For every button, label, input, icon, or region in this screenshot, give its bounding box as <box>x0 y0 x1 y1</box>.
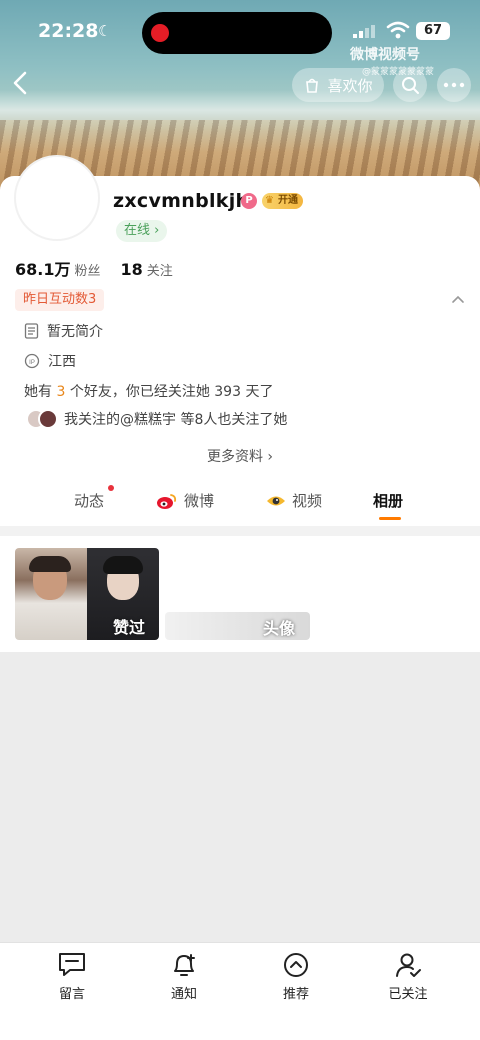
search-icon <box>402 77 419 94</box>
active-tab-indicator <box>379 517 401 520</box>
message-icon <box>59 953 85 976</box>
chevron-up-circle-icon <box>284 953 308 977</box>
status-time: 22:28 <box>38 20 99 42</box>
section-divider <box>0 526 480 536</box>
signal-icon <box>353 24 375 38</box>
album-liked[interactable]: 赞过 <box>15 548 159 640</box>
tab-label: 相册 <box>373 492 404 510</box>
weibo-icon <box>157 493 177 509</box>
album-avatars-label: 头像 <box>263 619 296 638</box>
tab-video[interactable]: 视频 <box>266 490 322 511</box>
chevron-left-icon <box>13 71 27 95</box>
bag-heart-icon <box>306 78 319 93</box>
location-row: IP 江西 <box>24 351 76 371</box>
username: zxcvmnblkjh <box>113 190 250 212</box>
album-liked-label: 赞过 <box>113 618 146 637</box>
back-button[interactable] <box>10 68 34 100</box>
video-eye-icon <box>267 496 285 505</box>
notify-button[interactable]: 通知 <box>149 951 219 1002</box>
pink-badge-icon[interactable]: P <box>241 193 257 209</box>
battery-indicator: 67 <box>416 22 450 40</box>
album-photo <box>15 548 87 640</box>
empty-content-area <box>0 652 480 942</box>
watermark-brand: 微博视频号 <box>350 47 420 63</box>
tab-label: 动态 <box>74 492 105 510</box>
bb-label: 推荐 <box>282 987 309 1002</box>
chevron-up-icon[interactable] <box>450 291 466 307</box>
interaction-badge: 昨日互动数3 <box>15 289 105 311</box>
bio-text: 暂无简介 <box>47 324 103 340</box>
following-count: 18 <box>120 260 143 279</box>
like-you-button[interactable]: 喜欢你 <box>292 68 384 102</box>
svg-text:IP: IP <box>29 360 35 366</box>
followed-button[interactable]: 已关注 <box>373 951 443 1002</box>
avatar[interactable] <box>14 155 100 241</box>
friends-info: 她有 3 个好友，你已经关注她 393 天了 <box>24 381 273 401</box>
friends-prefix: 她有 <box>24 384 57 400</box>
bb-label: 通知 <box>170 987 197 1002</box>
mutual-avatars <box>26 409 58 429</box>
wifi-icon <box>386 21 410 39</box>
friends-suffix: 个好友，你已经关注她 393 天了 <box>65 384 274 400</box>
bio-row: 暂无简介 <box>24 321 103 341</box>
recommend-button[interactable]: 推荐 <box>261 951 331 1002</box>
vip-badge[interactable]: 开通 <box>262 193 303 209</box>
online-status[interactable]: 在线 › <box>116 220 168 242</box>
recording-dot-icon <box>151 24 169 42</box>
notification-dot <box>108 485 114 491</box>
following-stat[interactable]: 18 关注 <box>121 260 173 279</box>
tab-label: 微博 <box>184 492 215 510</box>
ip-location-icon: IP <box>24 353 40 369</box>
mutual-followers[interactable]: 我关注的@糕糕宇 等8人也关注了她 <box>26 409 287 429</box>
followers-count: 68.1万 <box>15 260 71 279</box>
follow-stats: 68.1万 粉丝 18 关注 <box>15 256 173 280</box>
more-options-button[interactable] <box>437 68 471 102</box>
more-info-link[interactable]: 更多资料 › <box>0 446 480 466</box>
bb-label: 留言 <box>58 987 85 1002</box>
bb-label: 已关注 <box>388 987 428 1002</box>
mini-avatar <box>38 409 58 429</box>
tab-dynamics[interactable]: 动态 <box>74 490 104 511</box>
tab-album[interactable]: 相册 <box>373 490 403 511</box>
bottom-action-bar: 留言 通知 推荐 已关注 <box>0 942 480 1040</box>
album-section: 赞过 头像 <box>0 536 480 652</box>
document-icon <box>24 323 39 339</box>
bell-plus-icon <box>174 954 195 976</box>
location-text: 江西 <box>48 354 76 370</box>
more-dots-icon <box>443 82 465 88</box>
mutual-text: 我关注的@糕糕宇 等8人也关注了她 <box>64 412 288 428</box>
user-check-icon <box>396 953 421 977</box>
search-button[interactable] <box>393 68 427 102</box>
album-avatars[interactable]: 头像 <box>165 612 310 640</box>
tab-weibo[interactable]: 微博 <box>156 490 214 511</box>
following-label: 关注 <box>146 264 173 279</box>
dynamic-island <box>142 12 332 54</box>
tab-label: 视频 <box>292 492 323 510</box>
message-button[interactable]: 留言 <box>37 951 107 1002</box>
moon-icon: ☾ <box>98 22 112 40</box>
followers-stat[interactable]: 68.1万 粉丝 <box>15 256 101 280</box>
followers-label: 粉丝 <box>74 264 101 279</box>
like-you-label: 喜欢你 <box>327 76 373 95</box>
